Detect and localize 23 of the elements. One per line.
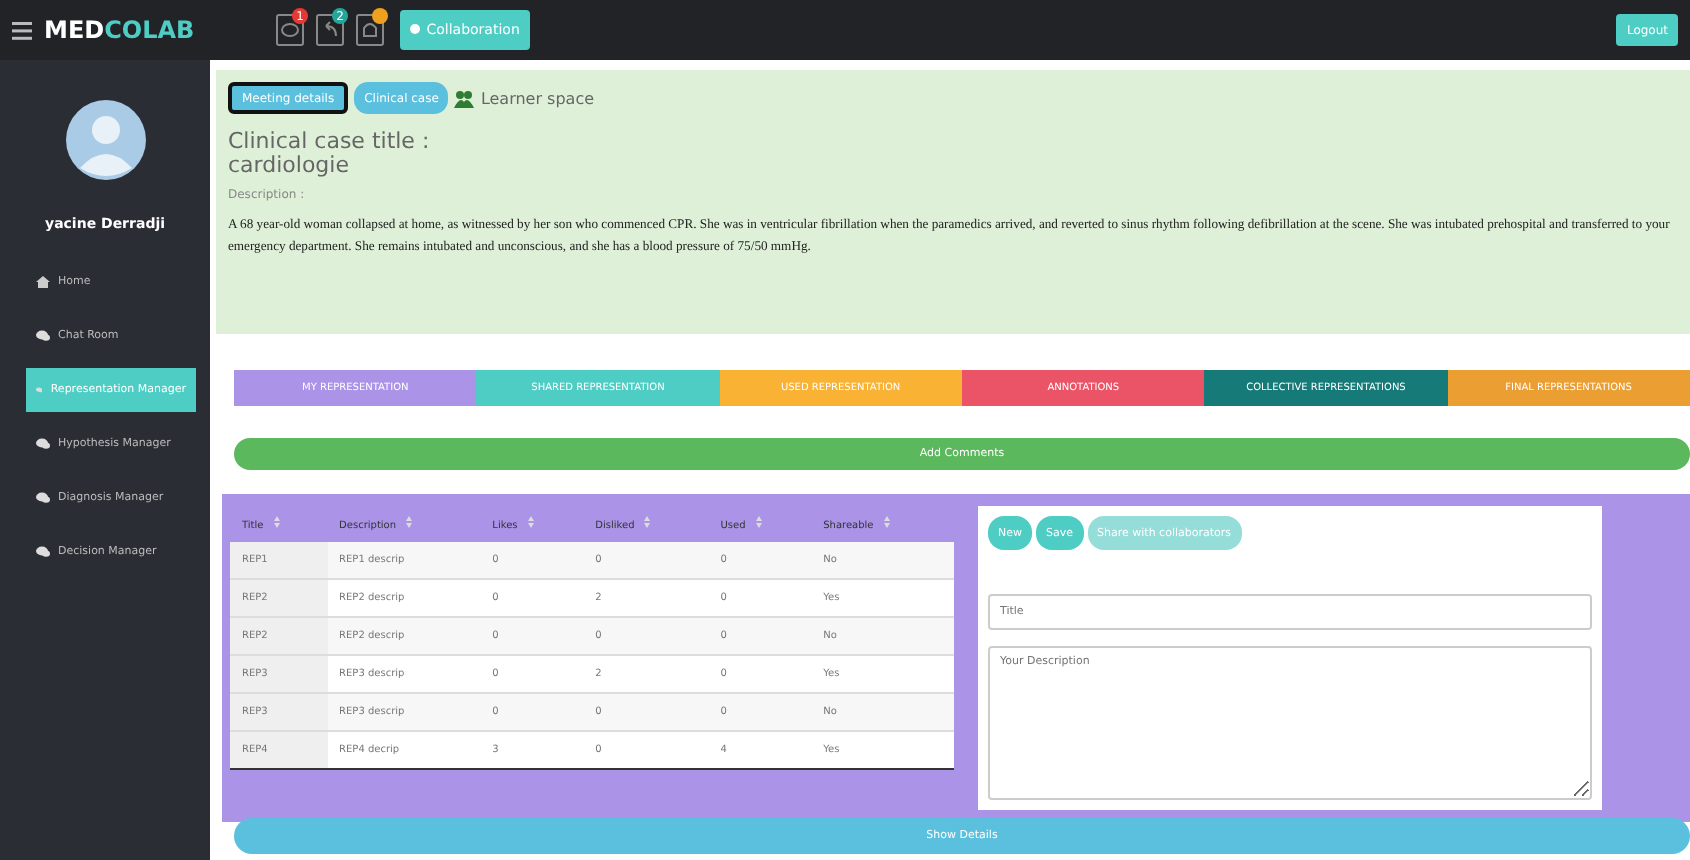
sort-icon[interactable] <box>644 516 651 528</box>
sort-icon[interactable] <box>527 516 534 528</box>
learner-space-link[interactable]: Learner space <box>480 89 595 107</box>
dot-icon <box>410 24 420 34</box>
chat-icon <box>36 438 50 450</box>
sort-icon[interactable] <box>273 516 280 528</box>
home-icon <box>36 276 50 288</box>
menu-icon[interactable] <box>12 21 32 39</box>
chat-icon <box>36 492 50 504</box>
sort-icon[interactable] <box>406 516 413 528</box>
brand-logo: MEDCOLAB <box>44 16 197 44</box>
avatar-icon <box>65 100 145 180</box>
chat-icon[interactable] <box>276 14 304 46</box>
chat-icon <box>36 330 50 342</box>
group-icon <box>454 89 475 107</box>
chat-icon <box>36 384 43 396</box>
sort-icon[interactable] <box>755 516 762 528</box>
chat-icon <box>36 546 50 558</box>
case-title: cardiologie <box>228 154 351 178</box>
sort-icon[interactable] <box>883 516 890 528</box>
reply-icon[interactable] <box>316 14 344 46</box>
case-title-label: Clinical case title : <box>228 130 432 154</box>
bell-icon[interactable] <box>356 14 384 46</box>
